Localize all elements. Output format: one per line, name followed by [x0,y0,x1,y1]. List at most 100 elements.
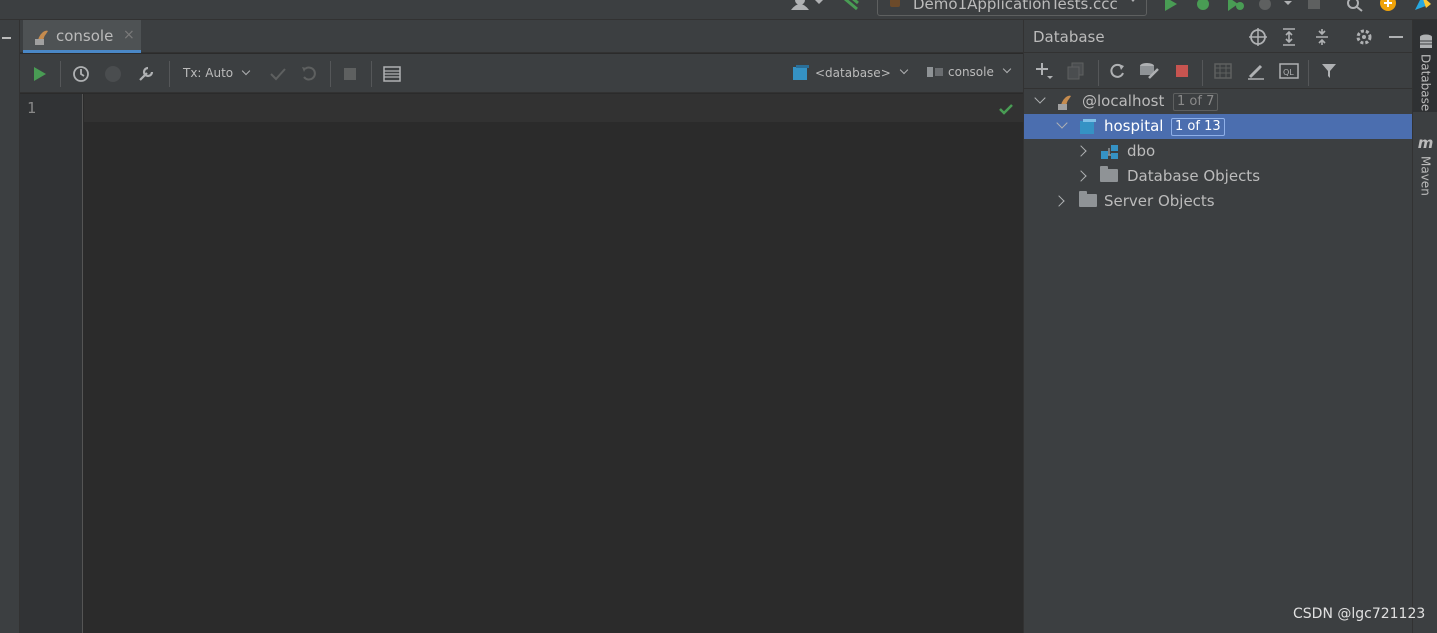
tab-console[interactable]: console × [23,20,141,53]
chevron-right-icon[interactable] [1075,145,1087,157]
edit-source-button[interactable] [1245,60,1267,82]
separator [330,61,331,87]
tree-node-label: Server Objects [1104,192,1215,210]
panel-title: Database [1033,28,1105,46]
chevron-down-icon [241,66,251,76]
schema-count-badge[interactable]: 1 of 13 [1171,118,1225,136]
execute-button[interactable] [29,63,51,85]
tree-node-database-objects[interactable]: Database Objects [1024,164,1413,189]
plus-icon [1036,63,1053,79]
chevron-right-icon[interactable] [1075,170,1087,182]
tree-node-label: @localhost [1082,92,1165,110]
stop-icon [1176,65,1188,77]
clock-icon [73,66,89,82]
vcs-user-icon[interactable] [789,0,823,12]
table-icon [383,66,401,82]
run-configuration-selector[interactable]: Demo1ApplicationTests.ccc [877,0,1147,16]
folder-icon [1100,166,1118,182]
run-icon[interactable] [1163,0,1179,12]
separator [1098,60,1099,86]
separator [169,61,170,87]
gear-icon[interactable] [1354,27,1374,47]
database-tool-window: Database QL @localhost 1 of 7 hospital 1… [1023,20,1413,633]
rollback-button[interactable] [298,63,320,85]
history-button[interactable] [70,63,92,85]
filter-button[interactable] [1318,60,1340,82]
chevron-down-icon[interactable] [1056,117,1068,129]
tree-node-hospital[interactable]: hospital 1 of 13 [1024,114,1413,139]
chevron-right-icon[interactable] [1053,195,1065,207]
wrench-icon [139,66,154,81]
duplicate-button[interactable] [1065,60,1087,82]
checkmark-icon [270,68,286,81]
chevron-down-icon [1002,64,1012,74]
output-format-button[interactable] [381,63,403,85]
schema-selector[interactable]: <database> [792,65,908,81]
tool-window-label: Maven [1418,156,1433,196]
main-toolbar: Demo1ApplicationTests.ccc [0,0,1437,20]
chevron-down-icon[interactable] [1034,92,1046,104]
build-hammer-icon[interactable] [842,0,862,12]
search-icon[interactable] [1346,0,1364,12]
add-button[interactable] [1033,60,1055,82]
expand-all-icon[interactable] [1280,27,1298,47]
tree-node-label: Database Objects [1127,167,1261,185]
maven-icon: m [1417,134,1434,152]
right-tool-strip: Database m Maven [1412,20,1437,633]
data-source-properties-button[interactable] [1138,60,1160,82]
cancel-running-button[interactable] [102,63,124,85]
tree-node-label: hospital [1104,117,1164,135]
run-icon [34,67,46,81]
collapse-all-icon[interactable] [1313,27,1331,47]
debug-icon[interactable] [1194,0,1212,12]
left-tool-strip [0,20,20,633]
settings-button[interactable] [135,63,157,85]
current-line-highlight [84,94,1023,122]
tool-window-maven[interactable]: m Maven [1413,134,1437,204]
transaction-mode-dropdown[interactable]: Tx: Auto [183,66,251,80]
minimize-icon[interactable] [2,37,11,39]
open-query-console-button[interactable]: QL [1278,60,1300,82]
disconnect-button[interactable] [1171,60,1193,82]
junit-icon [890,0,900,7]
profile-icon[interactable] [1256,0,1296,12]
locate-icon[interactable] [1248,27,1268,47]
refresh-button[interactable] [1106,60,1128,82]
tree-node-server-objects[interactable]: Server Objects [1024,189,1413,214]
no-problems-check-icon [999,104,1013,115]
stop-icon[interactable] [1307,0,1323,12]
view-table-button[interactable] [1212,60,1234,82]
stop-button[interactable] [339,63,361,85]
filter-icon [1322,64,1336,78]
line-number-gutter: 1 [20,94,83,633]
schema-count-badge[interactable]: 1 of 7 [1173,93,1219,111]
stop-icon [344,68,356,80]
separator [1202,60,1203,86]
database-panel-toolbar: QL [1024,53,1413,89]
watermark: CSDN @lgc721123 [1293,606,1426,622]
run-configuration-label: Demo1ApplicationTests.ccc [913,0,1118,13]
query-console-icon: QL [1279,63,1299,79]
run-with-coverage-icon[interactable] [1226,0,1246,12]
hide-panel-icon[interactable] [1388,27,1404,47]
tool-window-label: Database [1418,54,1433,112]
copy-icon [1067,62,1084,80]
close-icon[interactable]: × [123,27,135,43]
database-panel-header: Database [1024,20,1413,53]
session-selector[interactable]: console [926,64,1012,79]
tree-node-localhost[interactable]: @localhost 1 of 7 [1024,89,1413,114]
sql-editor[interactable]: 1 [20,94,1023,633]
session-label: console [948,65,994,79]
tab-label: console [56,27,114,45]
database-icon [1080,119,1096,134]
console-toolbar: Tx: Auto <database> console [20,54,1023,93]
ide-logo-icon[interactable] [1412,0,1434,12]
undo-icon [302,66,316,81]
commit-button[interactable] [267,63,289,85]
tool-window-database[interactable]: Database [1413,20,1437,112]
updates-icon[interactable] [1379,0,1397,12]
tree-node-dbo[interactable]: dbo [1024,139,1413,164]
table-icon [1214,63,1232,79]
mysql-icon [1058,95,1071,110]
tree-node-label: dbo [1127,142,1156,160]
